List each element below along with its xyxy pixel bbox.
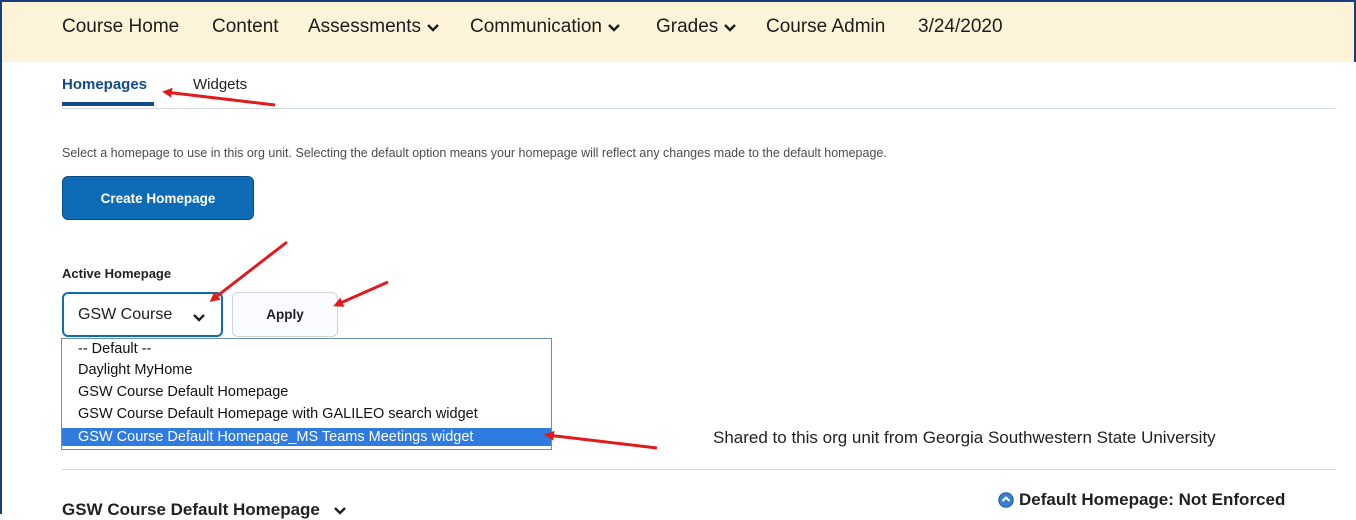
homepage-section-title[interactable]: GSW Course Default Homepage xyxy=(62,500,346,520)
divider xyxy=(62,108,1336,109)
nav-date-link[interactable]: 3/24/2020 xyxy=(918,16,1003,38)
option-default[interactable]: -- Default -- xyxy=(62,340,551,358)
nav-assessments[interactable]: Assessments xyxy=(308,16,439,38)
nav-label: Course Admin xyxy=(766,16,886,37)
option-gsw-galileo[interactable]: GSW Course Default Homepage with GALILEO… xyxy=(62,405,551,423)
option-gsw-ms-teams[interactable]: GSW Course Default Homepage_MS Teams Mee… xyxy=(62,428,551,446)
apply-button[interactable]: Apply xyxy=(232,292,338,337)
nav-label: 3/24/2020 xyxy=(918,16,1003,37)
chevron-down-icon xyxy=(427,16,439,38)
active-tab-indicator xyxy=(62,102,154,106)
homepage-title-text: GSW Course Default Homepage xyxy=(62,500,320,519)
nav-course-admin[interactable]: Course Admin xyxy=(766,16,885,38)
annotation-arrow xyxy=(162,87,276,107)
annotation-arrow xyxy=(333,280,389,307)
create-homepage-button[interactable]: Create Homepage xyxy=(62,176,254,220)
tab-homepages[interactable]: Homepages xyxy=(62,76,147,93)
nav-label: Course Home xyxy=(62,16,180,37)
nav-label: Grades xyxy=(656,16,719,37)
nav-label: Communication xyxy=(470,16,602,37)
info-arrow-icon xyxy=(998,492,1014,508)
window-frame-left xyxy=(0,0,2,514)
divider xyxy=(62,469,1336,470)
chevron-down-icon xyxy=(724,16,737,38)
nav-grades[interactable]: Grades xyxy=(656,16,737,38)
enforcement-status: Default Homepage: Not Enforced xyxy=(998,490,1285,510)
active-homepage-select[interactable]: GSW Course xyxy=(62,292,223,337)
nav-communication[interactable]: Communication xyxy=(470,16,620,38)
status-text: Default Homepage: Not Enforced xyxy=(1019,490,1286,509)
chevron-down-icon xyxy=(334,500,346,520)
nav-course-home[interactable]: Course Home xyxy=(62,16,179,38)
select-value: GSW Course xyxy=(78,305,173,323)
course-navbar: Course Home Content Assessments Communic… xyxy=(2,2,1354,62)
page-description: Select a homepage to use in this org uni… xyxy=(62,146,887,160)
homepage-options-list: -- Default -- Daylight MyHome GSW Course… xyxy=(61,338,552,450)
nav-label: Assessments xyxy=(308,16,421,37)
option-gsw-default[interactable]: GSW Course Default Homepage xyxy=(62,383,551,401)
chevron-down-icon xyxy=(193,309,205,327)
nav-label: Content xyxy=(212,16,279,37)
tab-widgets[interactable]: Widgets xyxy=(193,76,247,93)
option-daylight-myhome[interactable]: Daylight MyHome xyxy=(62,361,551,379)
active-homepage-label: Active Homepage xyxy=(62,266,172,281)
nav-content[interactable]: Content xyxy=(212,16,279,38)
shared-info-text: Shared to this org unit from Georgia Sou… xyxy=(713,428,1216,447)
chevron-down-icon xyxy=(608,16,620,38)
annotation-arrow xyxy=(544,430,658,450)
